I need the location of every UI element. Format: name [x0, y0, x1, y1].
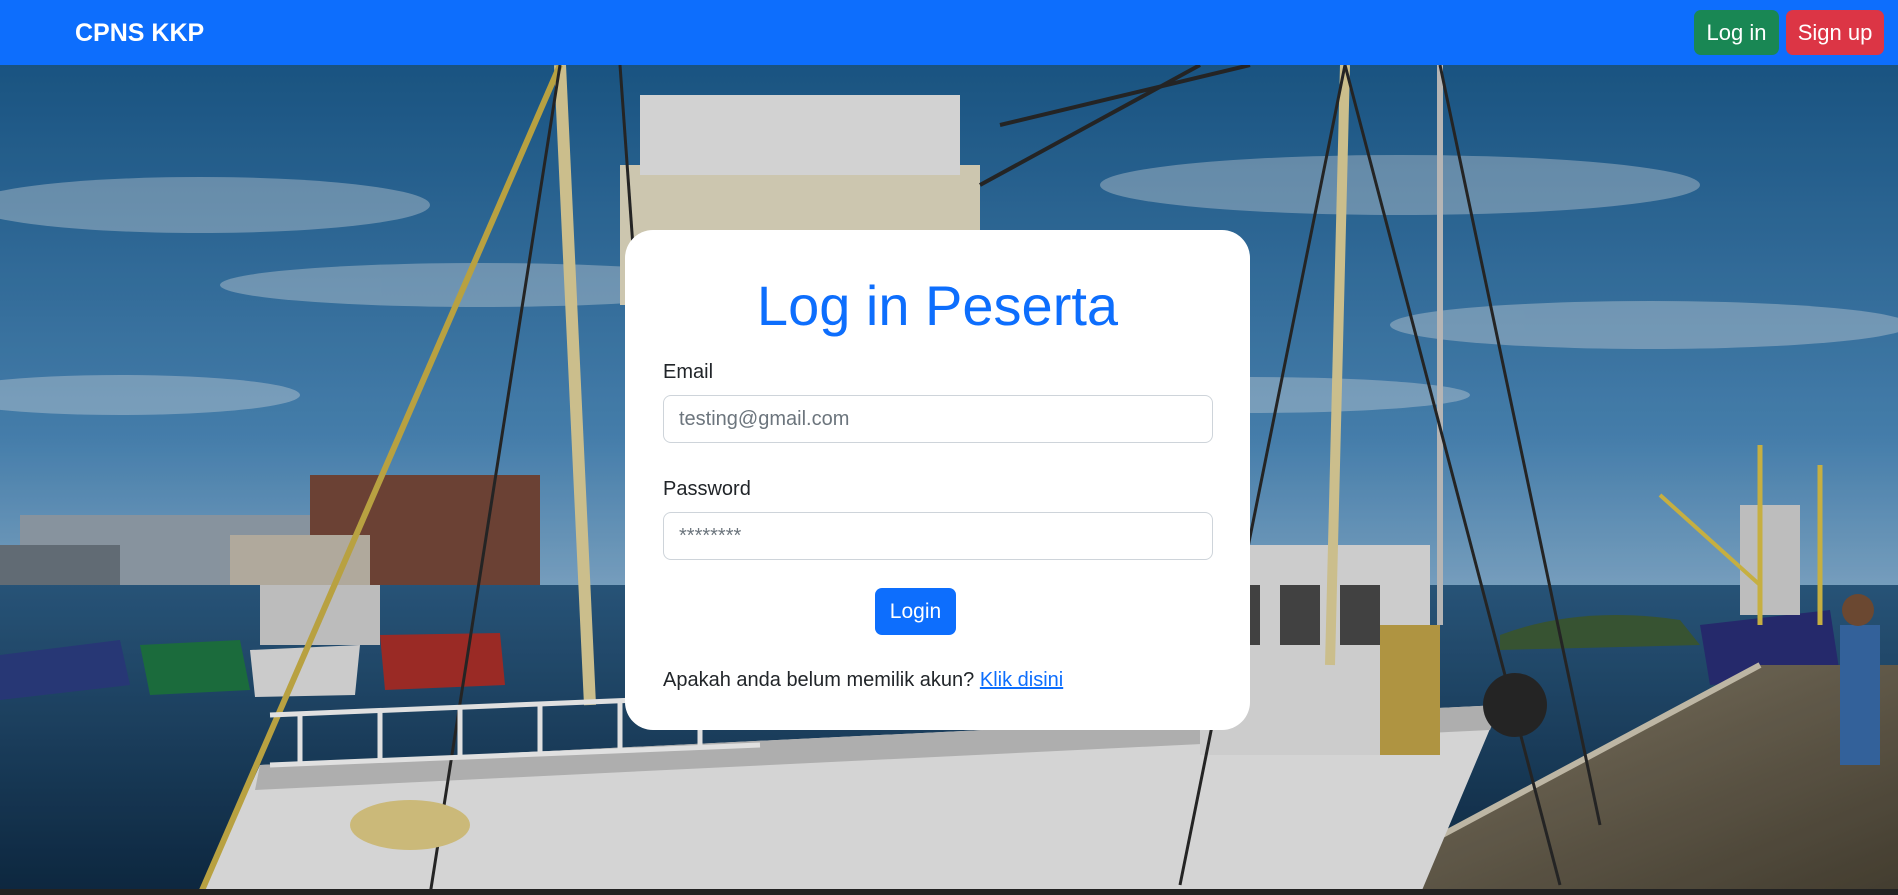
- top-navbar: CPNS KKP Log in Sign up: [0, 0, 1898, 65]
- login-title: Log in Peserta: [756, 274, 1119, 337]
- email-input[interactable]: [663, 395, 1213, 443]
- brand-logo[interactable]: CPNS KKP: [75, 18, 204, 48]
- signup-prompt-text: Apakah anda belum memilik akun?: [663, 669, 975, 691]
- password-input[interactable]: [663, 512, 1213, 560]
- login-page: CPNS KKP Log in Sign up Log in Peserta E…: [0, 0, 1898, 895]
- password-label: Password: [663, 478, 751, 500]
- nav-login-button[interactable]: Log in: [1694, 10, 1779, 55]
- signup-prompt-line: Apakah anda belum memilik akun? Klik dis…: [663, 668, 1063, 692]
- bottom-edge-bar: [0, 889, 1898, 895]
- nav-signup-button[interactable]: Sign up: [1786, 10, 1884, 55]
- login-submit-button[interactable]: Login: [875, 588, 956, 635]
- email-label: Email: [663, 361, 714, 383]
- login-card: Log in Peserta Email Password Login Apak…: [625, 230, 1250, 730]
- signup-link[interactable]: Klik disini: [980, 669, 1063, 691]
